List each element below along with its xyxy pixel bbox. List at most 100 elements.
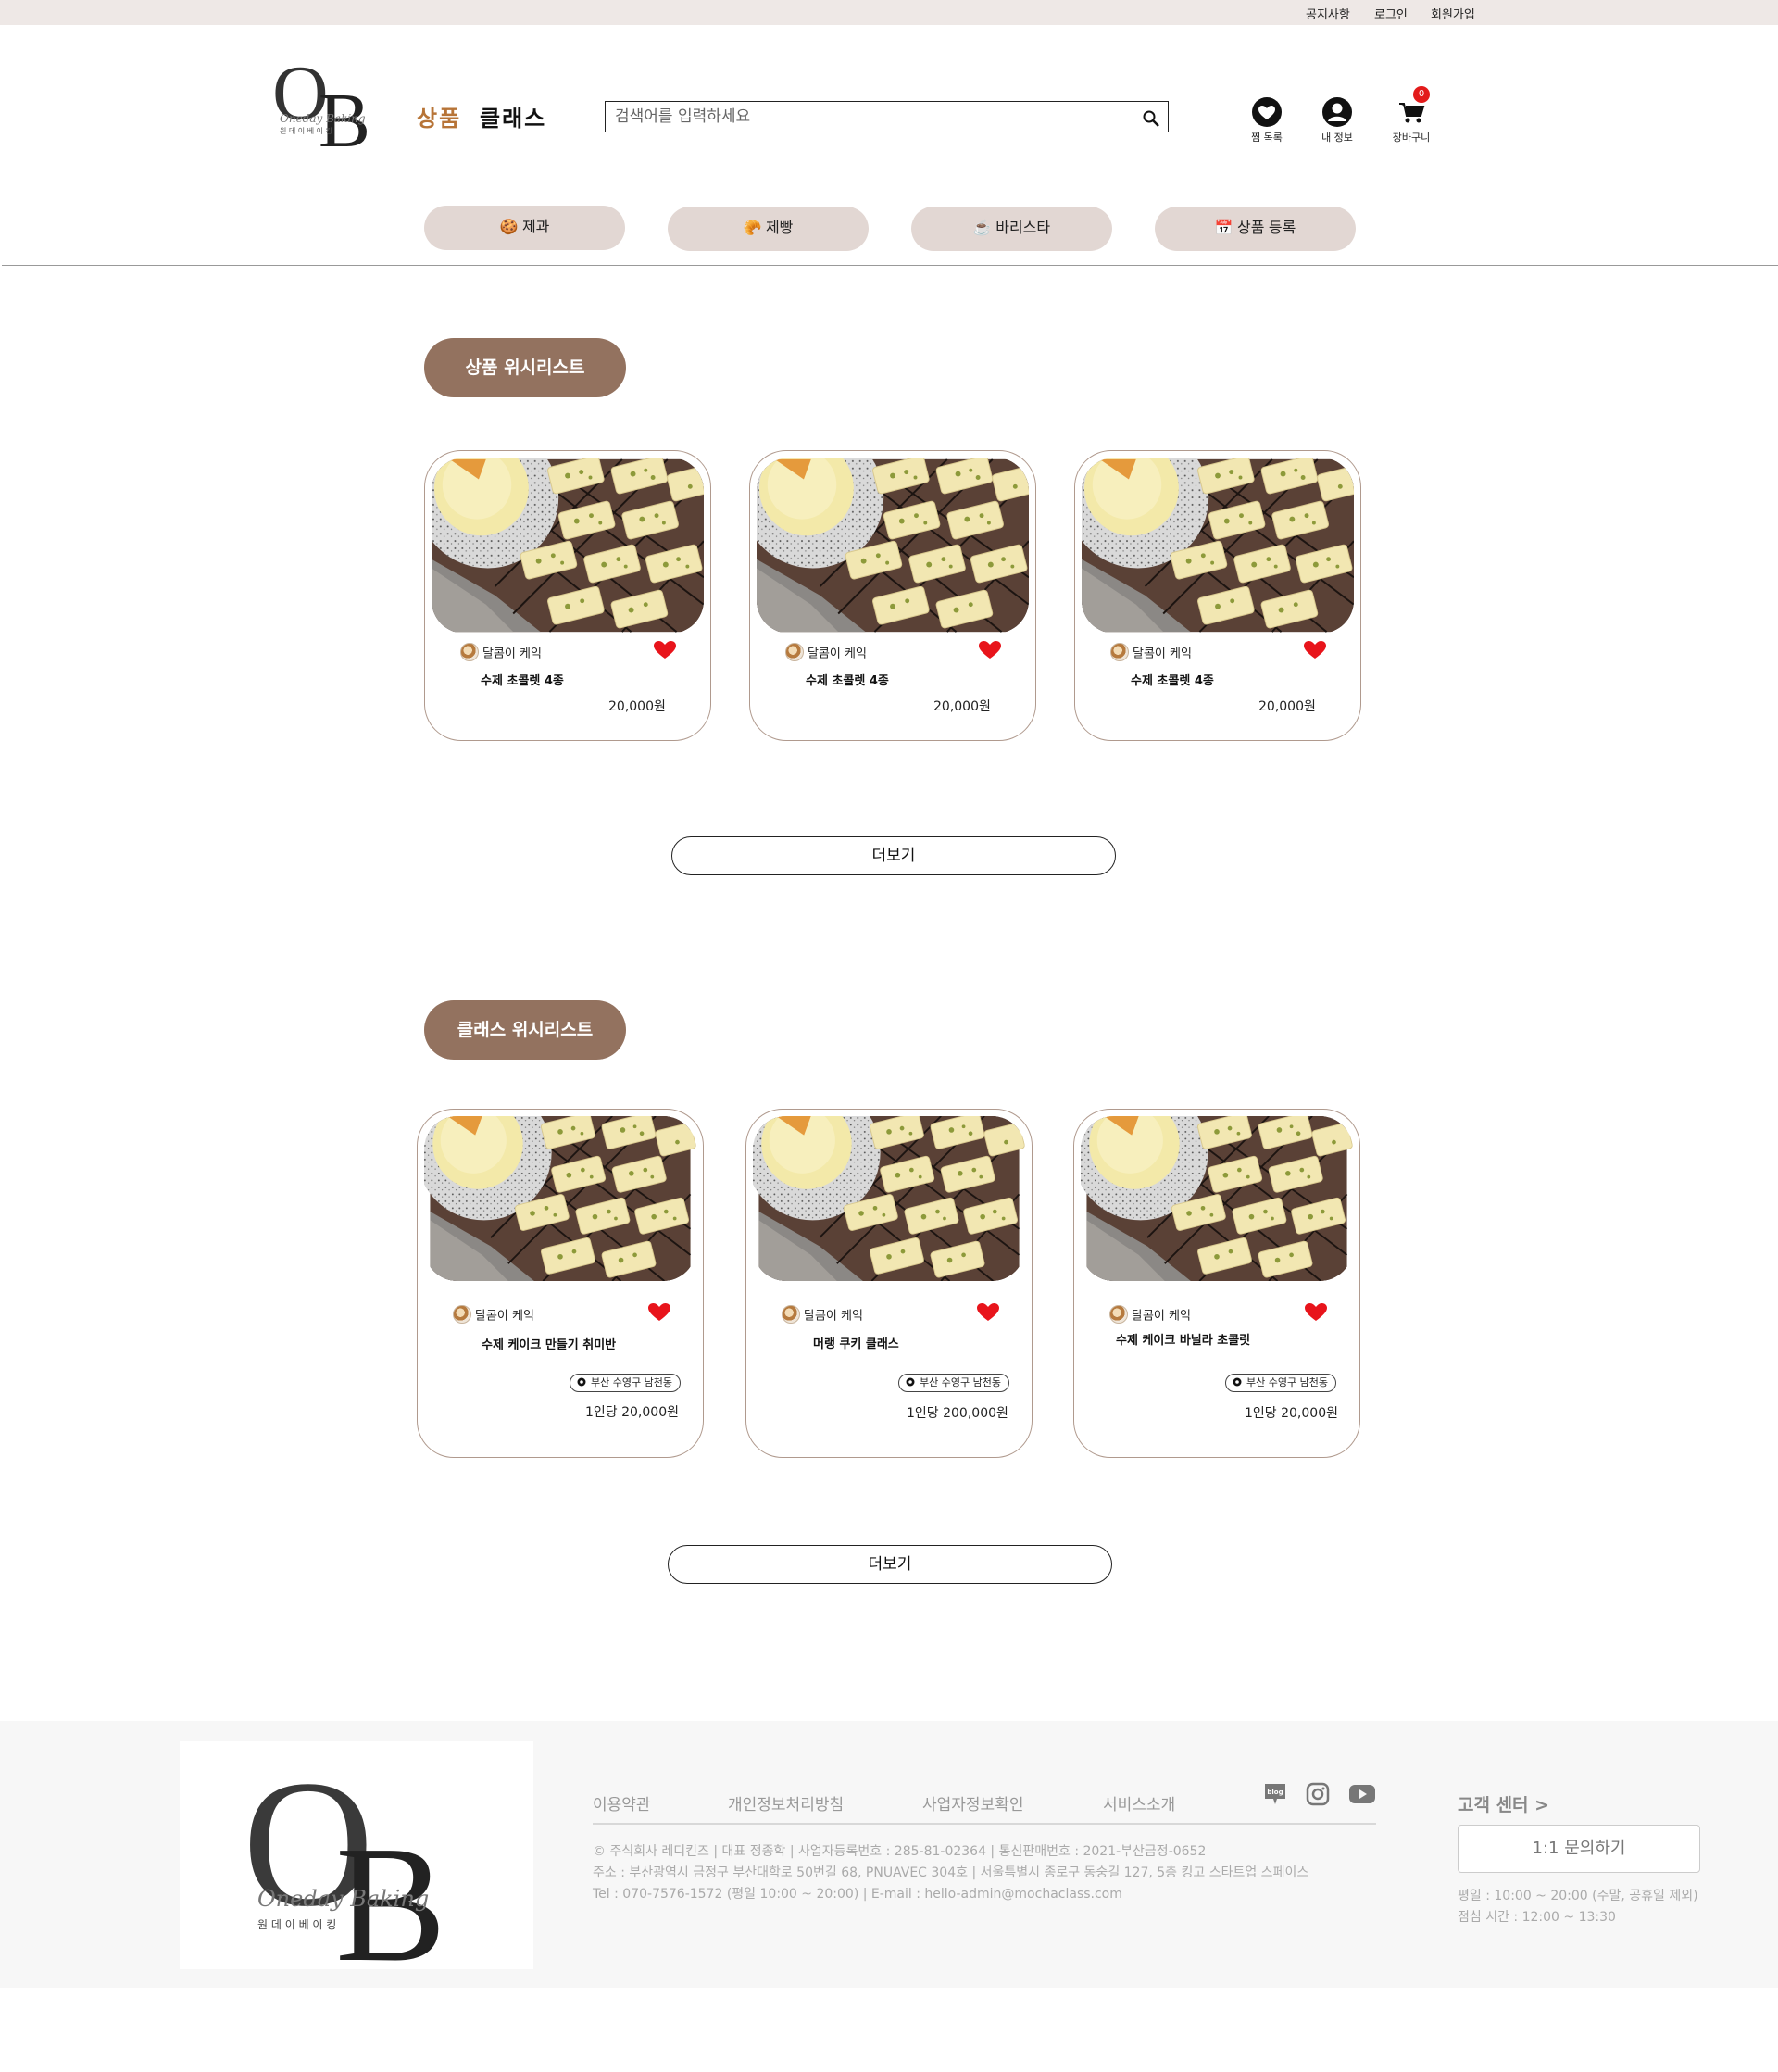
user-circle-icon (1322, 97, 1352, 127)
class-photo (753, 1116, 1025, 1281)
product-photo (1082, 458, 1354, 634)
product-title: 수제 초콜렛 4종 (481, 674, 564, 688)
wishlist-label: 찜 목록 (1251, 132, 1283, 144)
seller-avatar (453, 1305, 471, 1324)
notice-link[interactable]: 공지사항 (1306, 5, 1350, 22)
signup-link[interactable]: 회원가입 (1431, 5, 1475, 22)
product-wishlist-title: 상품 위시리스트 (424, 338, 626, 397)
site-logo[interactable]: O B Oneday Baking 원 데 이 베 이 킹 (270, 46, 385, 164)
svg-text:Oneday Baking: Oneday Baking (280, 112, 366, 125)
location-text: 부산 수영구 남천동 (591, 1376, 672, 1388)
seller-name: 달콤이 케익 (1132, 1309, 1191, 1324)
seller-name: 달콤이 케익 (475, 1309, 534, 1324)
heart-circle-icon (1252, 97, 1282, 127)
product-card[interactable]: 달콤이 케익 수제 초콜렛 4종 20,000원 (749, 450, 1036, 741)
myinfo-label: 내 정보 (1321, 132, 1353, 144)
category-barista[interactable]: ☕ 바리스타 (911, 207, 1112, 251)
seller-info: 달콤이 케익 (460, 643, 542, 661)
class-price: 1인당 20,000원 (585, 1405, 679, 1420)
cart-nav[interactable]: 장바구니 (1384, 96, 1439, 144)
class-title: 머랭 쿠키 클래스 (813, 1337, 899, 1351)
seller-avatar (1109, 1305, 1128, 1324)
class-title: 수제 케이크 만들기 취미반 (482, 1338, 617, 1352)
search-input[interactable] (615, 106, 1133, 128)
header-divider (2, 265, 1778, 266)
footer-divider (593, 1823, 1376, 1825)
cart-label: 장바구니 (1392, 132, 1431, 144)
heart-icon[interactable] (979, 641, 1001, 659)
seller-info: 달콤이 케익 (1110, 643, 1192, 661)
svg-text:원 데 이 베 이 킹: 원 데 이 베 이 킹 (280, 126, 332, 135)
seller-info: 달콤이 케익 (785, 643, 867, 661)
nav-class[interactable]: 클래스 (480, 100, 546, 132)
logo-script: Oneday Baking (257, 1886, 429, 1912)
seller-name: 달콤이 케익 (804, 1309, 863, 1324)
location-pin-icon (905, 1377, 916, 1388)
seller-avatar (460, 643, 479, 661)
product-price: 20,000원 (608, 699, 666, 714)
footer-link-privacy[interactable]: 개인정보처리방침 (728, 1791, 844, 1815)
myinfo-nav[interactable]: 내 정보 (1309, 96, 1365, 144)
blog-icon[interactable]: blog (1263, 1782, 1287, 1806)
login-link[interactable]: 로그인 (1374, 5, 1408, 22)
seller-name: 달콤이 케익 (482, 647, 542, 661)
site-footer: O B Oneday Baking 원 데 이 베 이 킹 이용약관 개인정보처… (0, 1721, 1778, 1996)
class-wishlist-title: 클래스 위시리스트 (424, 1000, 626, 1060)
category-confectionery[interactable]: 🍪 제과 (424, 206, 625, 250)
seller-info: 달콤이 케익 (453, 1305, 534, 1324)
inquiry-button[interactable]: 1:1 문의하기 (1458, 1825, 1700, 1873)
class-photo (1081, 1116, 1353, 1281)
product-price: 20,000원 (1258, 699, 1316, 714)
seller-info: 달콤이 케익 (1109, 1305, 1191, 1324)
heart-icon[interactable] (977, 1303, 999, 1322)
location-badge: 부산 수영구 남천동 (570, 1374, 681, 1392)
product-title: 수제 초콜렛 4종 (806, 674, 889, 688)
product-card[interactable]: 달콤이 케익 수제 초콜렛 4종 20,000원 (424, 450, 711, 741)
instagram-icon[interactable] (1306, 1782, 1330, 1806)
location-badge: 부산 수영구 남천동 (1225, 1374, 1336, 1392)
product-card[interactable]: 달콤이 케익 수제 초콜렛 4종 20,000원 (1074, 450, 1361, 741)
cs-lunch: 점심 시간 : 12:00 ~ 13:30 (1458, 1910, 1616, 1925)
top-utility-bar: 공지사항 로그인 회원가입 (0, 0, 1778, 25)
search-icon[interactable] (1142, 109, 1160, 128)
contact-info: Tel : 070-7576-1572 (평일 10:00 ~ 20:00) |… (593, 1887, 1122, 1902)
heart-icon[interactable] (648, 1303, 670, 1322)
footer-link-terms[interactable]: 이용약관 (593, 1791, 651, 1815)
customer-center-link[interactable]: 고객 센터 > (1458, 1791, 1549, 1816)
youtube-icon[interactable] (1348, 1782, 1376, 1806)
nav-product[interactable]: 상품 (417, 100, 461, 132)
seller-info: 달콤이 케익 (782, 1305, 863, 1324)
class-card[interactable]: 달콤이 케익 수제 케이크 바닐라 초콜릿 부산 수영구 남천동 1인당 20,… (1073, 1109, 1360, 1458)
heart-icon[interactable] (654, 641, 676, 659)
footer-logo: O B Oneday Baking 원 데 이 베 이 킹 (180, 1741, 533, 1996)
wishlist-nav[interactable]: 찜 목록 (1239, 96, 1295, 144)
location-pin-icon (1232, 1377, 1243, 1388)
category-register-product[interactable]: 📅 상품 등록 (1155, 207, 1356, 251)
product-photo (757, 458, 1029, 634)
location-pin-icon (576, 1377, 587, 1388)
cart-count-badge: 0 (1413, 86, 1430, 103)
search-bar (605, 101, 1169, 132)
location-text: 부산 수영구 남천동 (920, 1376, 1001, 1388)
seller-avatar (785, 643, 804, 661)
location-badge: 부산 수영구 남천동 (898, 1374, 1009, 1392)
heart-icon[interactable] (1305, 1303, 1327, 1322)
heart-icon[interactable] (1304, 641, 1326, 659)
footer-link-service-intro[interactable]: 서비스소개 (1103, 1791, 1175, 1815)
product-title: 수제 초콜렛 4종 (1131, 674, 1214, 688)
class-card[interactable]: 달콤이 케익 머랭 쿠키 클래스 부산 수영구 남천동 1인당 200,000원 (745, 1109, 1033, 1458)
product-photo (432, 458, 704, 634)
class-photo (424, 1116, 696, 1281)
category-bakery[interactable]: 🥐 제빵 (668, 207, 869, 251)
class-card[interactable]: 달콤이 케익 수제 케이크 만들기 취미반 부산 수영구 남천동 1인당 20,… (417, 1109, 704, 1458)
cs-hours: 평일 : 10:00 ~ 20:00 (주말, 공휴일 제외) (1458, 1889, 1698, 1903)
class-price: 1인당 20,000원 (1245, 1406, 1338, 1421)
class-more-button[interactable]: 더보기 (668, 1545, 1112, 1584)
address-info: 주소 : 부산광역시 금정구 부산대학로 50번길 68, PNUAVEC 30… (593, 1865, 1309, 1880)
product-price: 20,000원 (933, 699, 991, 714)
footer-link-business-info[interactable]: 사업자정보확인 (922, 1791, 1023, 1815)
product-more-button[interactable]: 더보기 (671, 836, 1116, 875)
location-text: 부산 수영구 남천동 (1246, 1376, 1328, 1388)
logo-korean: 원 데 이 베 이 킹 (257, 1918, 336, 1931)
blog-icon-label: blog (1267, 1789, 1283, 1796)
